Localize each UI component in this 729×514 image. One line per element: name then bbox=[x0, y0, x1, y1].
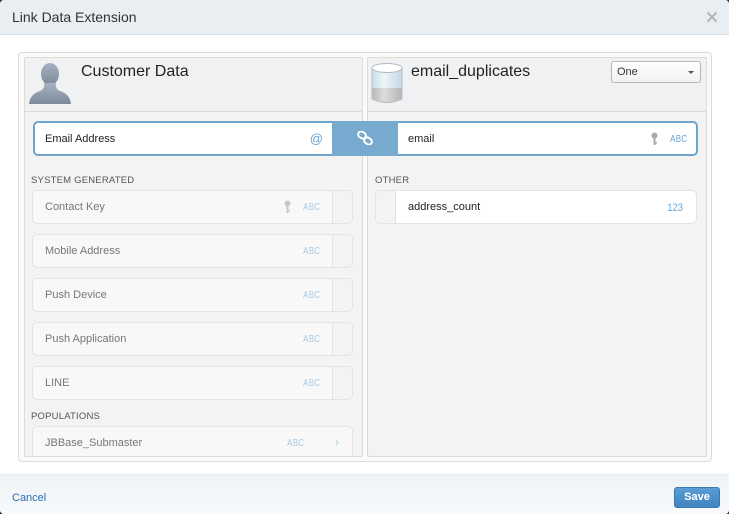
text-type-icon: ABC bbox=[302, 334, 320, 345]
link-chain-icon bbox=[357, 131, 373, 145]
field-name: Push Device bbox=[45, 289, 107, 301]
drag-handle[interactable] bbox=[332, 191, 352, 223]
chevron-right-icon[interactable]: › bbox=[335, 435, 339, 449]
panel-header: Customer Data bbox=[25, 58, 362, 112]
field-push-device[interactable]: Push Device ABC bbox=[32, 278, 353, 312]
number-type-icon: 123 bbox=[667, 202, 683, 214]
person-silhouette-icon bbox=[29, 63, 71, 104]
field-address-count[interactable]: address_count 123 bbox=[375, 190, 697, 224]
section-label-system-generated: SYSTEM GENERATED bbox=[31, 175, 135, 186]
text-type-icon: ABC bbox=[669, 134, 687, 145]
link-data-extension-dialog: Link Data Extension Customer Data SYSTEM… bbox=[0, 0, 729, 514]
relationship-select[interactable]: One bbox=[611, 61, 701, 83]
relationship-select-value: One bbox=[617, 66, 638, 78]
primary-key-icon bbox=[284, 200, 291, 213]
link-button[interactable] bbox=[332, 121, 398, 156]
linked-target-field-name: email bbox=[408, 133, 435, 145]
field-mobile-address[interactable]: Mobile Address ABC bbox=[32, 234, 353, 268]
drag-handle[interactable] bbox=[376, 191, 396, 223]
dialog-body: Customer Data SYSTEM GENERATED Contact K… bbox=[0, 36, 729, 474]
target-title: email_duplicates bbox=[411, 63, 531, 80]
text-type-icon: ABC bbox=[302, 290, 320, 301]
dialog-footer: Cancel Save bbox=[0, 474, 729, 514]
linked-source-field[interactable]: Email Address @ bbox=[33, 121, 332, 156]
text-type-icon: ABC bbox=[286, 438, 304, 449]
drag-handle[interactable] bbox=[332, 323, 352, 355]
cancel-button[interactable]: Cancel bbox=[12, 492, 46, 504]
customer-data-panel: Customer Data SYSTEM GENERATED Contact K… bbox=[24, 57, 363, 457]
linked-fields-row: Email Address @ email ABC bbox=[33, 121, 698, 156]
text-type-icon: ABC bbox=[302, 202, 320, 213]
linked-source-field-name: Email Address bbox=[45, 133, 116, 145]
source-title: Customer Data bbox=[81, 63, 189, 80]
save-button[interactable]: Save bbox=[674, 487, 720, 508]
drag-handle[interactable] bbox=[332, 367, 352, 399]
primary-key-icon bbox=[651, 132, 658, 145]
field-name: Push Application bbox=[45, 333, 127, 345]
field-push-application[interactable]: Push Application ABC bbox=[32, 322, 353, 356]
field-line[interactable]: LINE ABC bbox=[32, 366, 353, 400]
data-extension-panel: email_duplicates One OTHER address_count… bbox=[367, 57, 707, 457]
field-jbbase-submaster[interactable]: JBBase_Submaster ABC › bbox=[32, 426, 353, 456]
field-name: Mobile Address bbox=[45, 245, 121, 257]
email-type-icon: @ bbox=[309, 131, 323, 146]
dialog-title: Link Data Extension bbox=[12, 9, 137, 25]
field-name: JBBase_Submaster bbox=[45, 437, 143, 449]
panel-header: email_duplicates One bbox=[368, 58, 706, 112]
chevron-down-icon bbox=[688, 71, 694, 74]
field-name: address_count bbox=[408, 201, 481, 213]
link-frame: Customer Data SYSTEM GENERATED Contact K… bbox=[18, 52, 712, 462]
section-label-populations: POPULATIONS bbox=[31, 411, 101, 422]
text-type-icon: ABC bbox=[302, 246, 320, 257]
field-contact-key[interactable]: Contact Key ABC bbox=[32, 190, 353, 224]
text-type-icon: ABC bbox=[302, 378, 320, 389]
linked-target-field[interactable]: email ABC bbox=[398, 121, 698, 156]
drag-handle[interactable] bbox=[332, 235, 352, 267]
close-button[interactable] bbox=[705, 10, 719, 24]
dialog-header: Link Data Extension bbox=[0, 0, 729, 35]
field-name: Contact Key bbox=[45, 201, 105, 213]
section-label-other: OTHER bbox=[375, 175, 410, 186]
database-icon bbox=[371, 63, 403, 103]
field-name: LINE bbox=[45, 377, 70, 389]
close-icon bbox=[707, 12, 717, 22]
drag-handle[interactable] bbox=[332, 279, 352, 311]
